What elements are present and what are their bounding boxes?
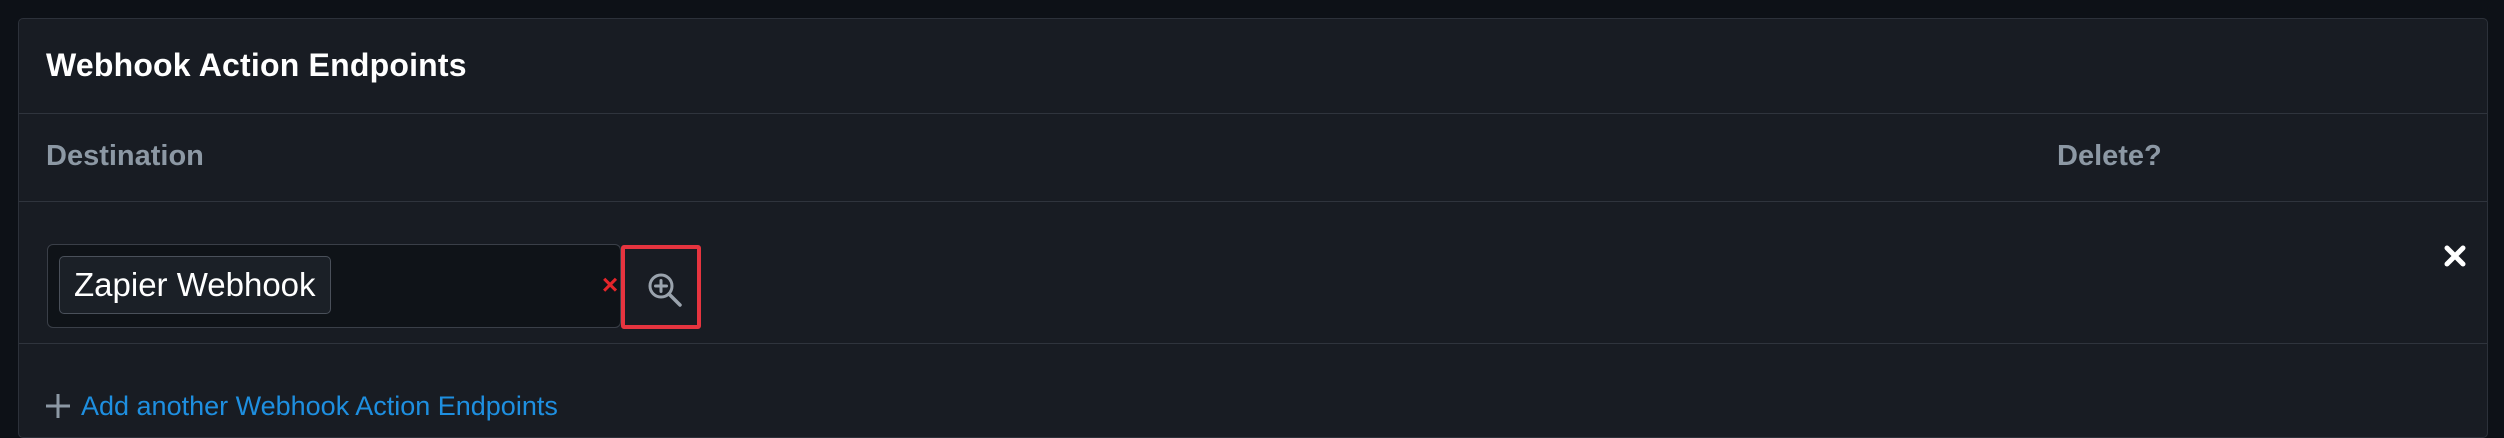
webhook-endpoints-panel: Webhook Action Endpoints Destination Del… [18,18,2488,438]
lookup-button[interactable] [621,245,701,329]
column-header-row: Destination Delete? [19,114,2487,202]
column-header-destination: Destination [46,140,204,172]
column-header-delete: Delete? [2057,140,2162,172]
zoom-in-icon [648,273,682,307]
table-row: Zapier Webhook × [19,202,2487,344]
panel-title: Webhook Action Endpoints [46,47,467,83]
close-icon [2444,245,2466,267]
plus-icon [46,394,70,418]
panel-header: Webhook Action Endpoints [19,19,2487,114]
destination-selected-value: Zapier Webhook [59,256,331,314]
destination-lookup-field[interactable]: Zapier Webhook × [47,244,621,328]
delete-row-button[interactable] [2441,242,2469,270]
clear-selection-icon[interactable]: × [600,270,620,300]
add-endpoint-link[interactable]: Add another Webhook Action Endpoints [19,344,2487,434]
add-endpoint-label[interactable]: Add another Webhook Action Endpoints [81,391,558,422]
